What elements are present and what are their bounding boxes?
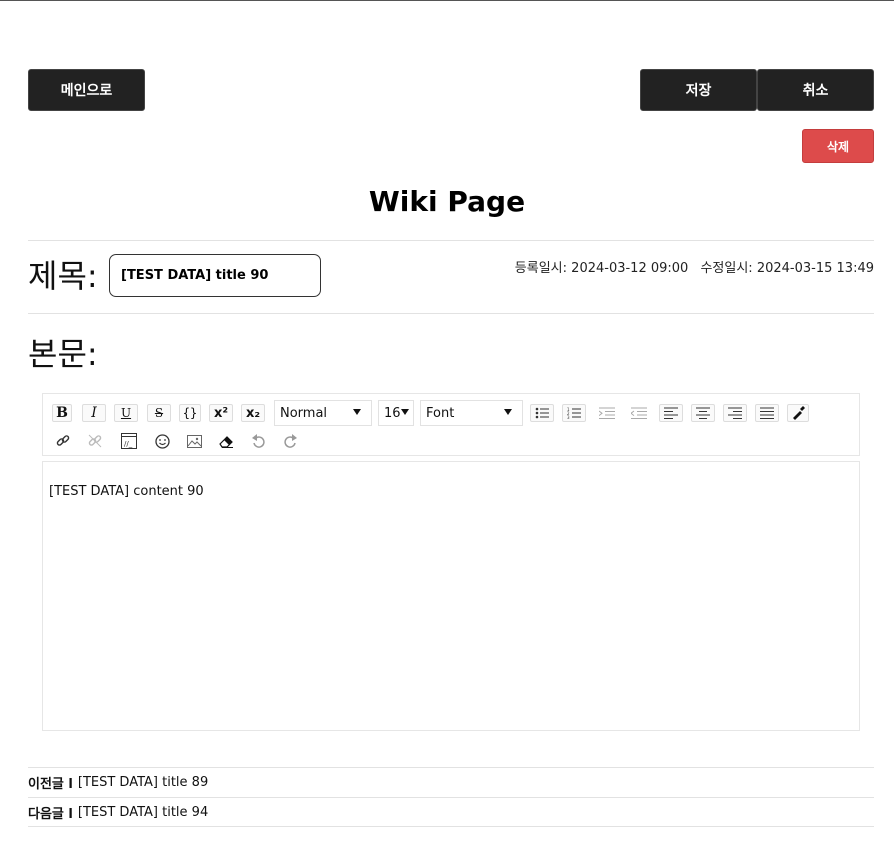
body-label: 본문: bbox=[28, 335, 98, 373]
chevron-down-icon bbox=[504, 409, 512, 415]
redo-icon[interactable] bbox=[279, 432, 301, 450]
svg-text:3: 3 bbox=[567, 415, 570, 419]
align-left-icon[interactable] bbox=[659, 404, 683, 422]
underline-icon[interactable]: U bbox=[114, 404, 138, 422]
next-post-label: 다음글 l bbox=[28, 806, 73, 822]
size-select[interactable]: 16 bbox=[378, 400, 414, 426]
subscript-icon[interactable]: x₂ bbox=[241, 404, 265, 422]
eraser-icon[interactable] bbox=[215, 432, 237, 450]
align-center-icon[interactable] bbox=[691, 404, 715, 422]
color-picker-icon[interactable] bbox=[787, 404, 809, 422]
italic-icon[interactable]: I bbox=[82, 404, 106, 422]
prev-post-link[interactable]: [TEST DATA] title 89 bbox=[78, 775, 208, 790]
cancel-button[interactable]: 취소 bbox=[757, 69, 874, 111]
title-label: 제목: bbox=[28, 257, 98, 295]
editor-content[interactable]: [TEST DATA] content 90 bbox=[42, 461, 860, 731]
image-icon[interactable] bbox=[183, 432, 205, 450]
outdent-icon[interactable] bbox=[627, 404, 651, 422]
next-post-link[interactable]: [TEST DATA] title 94 bbox=[78, 805, 208, 820]
undo-icon[interactable] bbox=[247, 432, 269, 450]
divider bbox=[28, 240, 874, 241]
prev-post-label: 이전글 l bbox=[28, 777, 73, 792]
link-icon[interactable] bbox=[52, 432, 74, 450]
align-justify-icon[interactable] bbox=[755, 404, 779, 422]
code-block-icon[interactable]: {} bbox=[179, 404, 201, 422]
bold-icon[interactable]: B bbox=[52, 404, 72, 422]
emoji-icon[interactable] bbox=[151, 432, 173, 450]
html-embed-icon[interactable]: //_ bbox=[118, 432, 140, 450]
date-info: 등록일시: 2024-03-12 09:00 수정일시: 2024-03-15 … bbox=[515, 257, 874, 276]
font-select[interactable]: Font bbox=[420, 400, 523, 426]
size-select-value: 16 bbox=[384, 405, 401, 421]
modified-date: 2024-03-15 13:49 bbox=[756, 261, 874, 276]
delete-button[interactable]: 삭제 bbox=[802, 129, 874, 163]
title-input[interactable] bbox=[109, 254, 321, 297]
strikethrough-icon[interactable]: S bbox=[147, 404, 171, 422]
font-select-value: Font bbox=[426, 405, 455, 421]
align-right-icon[interactable] bbox=[723, 404, 747, 422]
ordered-list-icon[interactable]: 123 bbox=[562, 404, 586, 422]
save-button[interactable]: 저장 bbox=[640, 69, 757, 111]
registered-label: 등록일시: bbox=[514, 261, 568, 276]
header-select[interactable]: Normal bbox=[274, 400, 372, 426]
page-title: Wiki Page bbox=[368, 185, 526, 218]
header-select-value: Normal bbox=[280, 405, 328, 421]
bullet-list-icon[interactable] bbox=[530, 404, 554, 422]
editor-text: [TEST DATA] content 90 bbox=[49, 484, 204, 499]
next-post-row: 다음글 l [TEST DATA] title 94 bbox=[28, 797, 874, 827]
divider bbox=[28, 313, 874, 314]
registered-date: 2024-03-12 09:00 bbox=[571, 261, 689, 276]
main-page-button[interactable]: 메인으로 bbox=[28, 69, 145, 111]
svg-text://_: //_ bbox=[124, 440, 133, 448]
superscript-icon[interactable]: x² bbox=[209, 404, 233, 422]
chevron-down-icon bbox=[401, 409, 409, 415]
chevron-down-icon bbox=[353, 409, 361, 415]
prev-post-row: 이전글 l [TEST DATA] title 89 bbox=[28, 767, 874, 797]
editor-toolbar: B I U S {} x² x₂ Normal 16 Font 123 //_ bbox=[42, 393, 860, 456]
unlink-icon[interactable] bbox=[84, 432, 106, 450]
modified-label: 수정일시: bbox=[700, 261, 753, 276]
indent-icon[interactable] bbox=[595, 404, 619, 422]
